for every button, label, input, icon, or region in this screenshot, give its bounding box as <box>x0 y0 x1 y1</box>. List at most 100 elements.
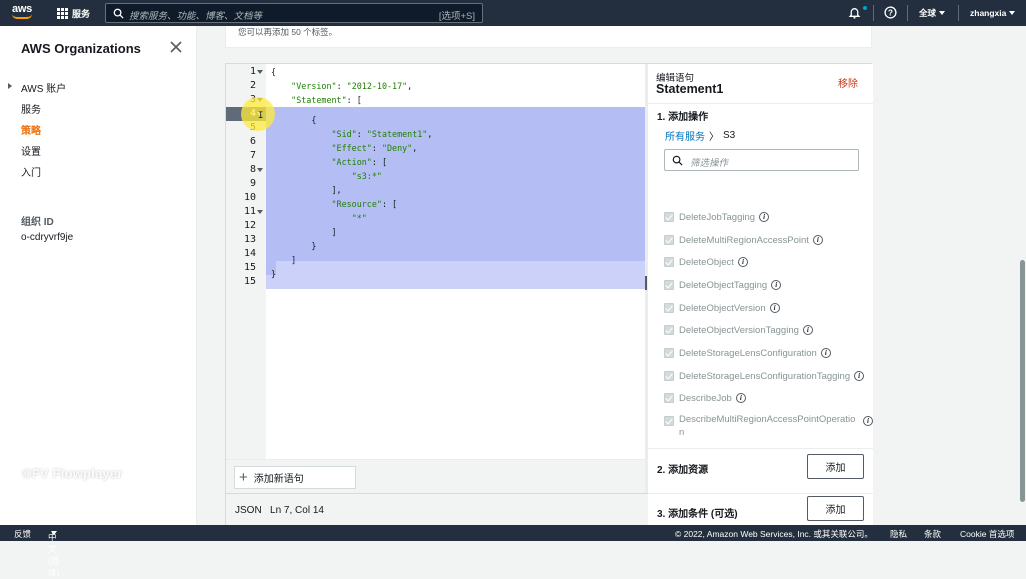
line-number: 1 <box>249 66 256 77</box>
code-line: "Sid": "Statement1", <box>331 129 433 139</box>
action-checkbox-row[interactable]: DeleteObjectTagging i <box>664 277 782 293</box>
action-checkbox-row[interactable]: DeleteStorageLensConfiguration i <box>664 345 831 361</box>
breadcrumb-all-services[interactable]: 所有服务 <box>665 128 705 143</box>
copyright-text: © 2022, Amazon Web Services, Inc. 或其关联公司… <box>675 529 873 539</box>
info-icon[interactable]: i <box>737 257 748 267</box>
action-checkbox-row[interactable]: DeleteStorageLensConfigurationTagging i <box>664 368 873 384</box>
chevron-down-icon <box>1009 11 1016 15</box>
checkbox[interactable] <box>664 235 674 245</box>
services-menu-button[interactable]: 服务 <box>57 5 90 21</box>
help-icon[interactable]: ? <box>884 6 897 19</box>
aws-logo[interactable]: aws <box>12 4 36 22</box>
info-icon[interactable]: i <box>802 325 813 335</box>
grid-icon <box>57 7 68 19</box>
checkbox[interactable] <box>664 303 674 313</box>
sidebar-item-policies[interactable]: 策略 <box>21 122 41 137</box>
code-line: "Resource": [ <box>331 199 398 209</box>
info-icon[interactable]: i <box>735 393 746 403</box>
action-name: DeleteJobTagging <box>679 211 756 223</box>
checkbox[interactable] <box>664 393 674 403</box>
filter-actions-input[interactable]: 筛选操作 <box>664 149 859 171</box>
nav-divider <box>873 5 874 21</box>
info-icon[interactable]: i <box>771 280 782 290</box>
line-number: 2 <box>249 80 256 91</box>
info-icon[interactable]: i <box>820 348 831 358</box>
code-line: "*" <box>351 213 367 223</box>
statement-title: Statement1 <box>656 82 724 96</box>
info-icon[interactable]: i <box>769 303 780 313</box>
checkbox[interactable] <box>664 325 674 335</box>
action-checkbox-row[interactable]: DeleteObject i <box>664 254 748 270</box>
code-line: "s3:*" <box>351 171 382 181</box>
checkbox[interactable] <box>664 280 674 290</box>
checkbox[interactable] <box>664 257 674 267</box>
status-mode: JSON <box>235 505 262 516</box>
add-new-statement-button[interactable]: + 添加新语句 <box>234 466 356 489</box>
privacy-link[interactable]: 隐私 <box>890 528 907 540</box>
terms-link[interactable]: 条款 <box>924 528 941 540</box>
remove-statement-button[interactable]: 移除 <box>838 75 858 90</box>
sidebar-item-getting-started[interactable]: 入门 <box>21 164 41 179</box>
action-checkbox-row[interactable]: DescribeJob i <box>664 390 746 406</box>
fold-toggle-icon[interactable] <box>257 210 263 214</box>
expand-caret-icon[interactable] <box>8 83 12 89</box>
step-conditions-row: 3. 添加条件 (可选) 添加 <box>648 493 873 526</box>
user-label: zhangxia <box>970 8 1007 18</box>
policy-editor: 1 2 3 4 5 6 7 8 9 10 11 12 13 14 15 { "V… <box>225 63 873 526</box>
sidebar-item-aws-accounts[interactable]: AWS 账户 <box>21 80 66 95</box>
code-line: } <box>271 241 317 251</box>
info-icon[interactable]: i <box>759 212 770 222</box>
cookie-preferences-link[interactable]: Cookie 首选项 <box>960 528 1014 540</box>
region-label: 全球 <box>919 8 937 18</box>
add-resource-button[interactable]: 添加 <box>807 454 864 479</box>
line-number: 6 <box>249 136 256 147</box>
add-new-statement-label: 添加新语句 <box>253 474 304 485</box>
add-condition-button[interactable]: 添加 <box>807 496 864 521</box>
action-name: DeleteStorageLensConfiguration <box>679 347 817 359</box>
action-name: DeleteMultiRegionAccessPoint <box>679 234 809 246</box>
info-icon[interactable]: i <box>812 235 823 245</box>
global-search-box[interactable]: 搜索服务、功能、博客、文档等 [选项+S] <box>105 3 483 23</box>
chevron-right-icon: 〉 <box>709 132 719 143</box>
splitter-grip-icon[interactable] <box>645 276 647 290</box>
code-line: { <box>271 67 277 77</box>
checkbox[interactable] <box>664 348 674 358</box>
line-number: 15 <box>243 262 256 273</box>
bell-icon[interactable] <box>848 6 861 19</box>
feedback-link[interactable]: 反馈 <box>14 528 31 540</box>
fold-toggle-icon[interactable] <box>257 168 263 172</box>
chevron-down-icon <box>51 531 57 535</box>
user-account-menu[interactable]: zhangxia <box>970 0 1016 26</box>
checkbox[interactable] <box>664 371 674 381</box>
checkbox[interactable] <box>664 212 674 222</box>
region-selector[interactable]: 全球 <box>919 0 946 26</box>
fold-toggle-icon[interactable] <box>257 70 263 74</box>
scrollbar-thumb[interactable] <box>1020 260 1025 502</box>
line-number: 11 <box>243 206 256 217</box>
status-mode-and-position: JSON Ln 7, Col 14 <box>235 505 324 516</box>
code-line: ] <box>271 227 337 237</box>
code-line: "Effect": "Deny", <box>331 143 418 153</box>
action-checkbox-row[interactable]: DeleteObjectVersion i <box>664 300 780 316</box>
action-checkbox-row[interactable]: DeleteMultiRegionAccessPoint i <box>664 232 823 248</box>
close-icon[interactable] <box>169 40 183 54</box>
action-checkbox-row[interactable]: DeleteObjectVersionTagging i <box>664 322 813 338</box>
json-code-editor[interactable]: 1 2 3 4 5 6 7 8 9 10 11 12 13 14 15 { "V… <box>226 64 645 459</box>
chevron-down-icon <box>939 11 946 15</box>
info-icon[interactable]: i <box>854 371 865 381</box>
breadcrumb-service-s3: S3 <box>723 130 736 141</box>
cursor-position: Ln 7, Col 14 <box>270 505 324 516</box>
sidebar-item-services[interactable]: 服务 <box>21 101 41 116</box>
checkbox[interactable] <box>664 416 674 426</box>
code-line: "Action": [ <box>331 157 387 167</box>
line-number: 15 <box>243 276 256 287</box>
action-name: DeleteObjectTagging <box>679 279 768 291</box>
code-line: "Version": "2012-10-17", <box>291 81 413 91</box>
editor-status-bar: JSON Ln 7, Col 14 <box>226 493 648 526</box>
line-number: 13 <box>243 234 256 245</box>
action-checkbox-row[interactable]: DeleteJobTagging i <box>664 209 770 225</box>
info-icon[interactable]: i <box>863 416 873 426</box>
action-checkbox-row[interactable]: DescribeMultiRegionAccessPointOperation i <box>664 413 873 441</box>
text-selection-tail <box>266 261 645 289</box>
sidebar-item-settings[interactable]: 设置 <box>21 143 41 158</box>
